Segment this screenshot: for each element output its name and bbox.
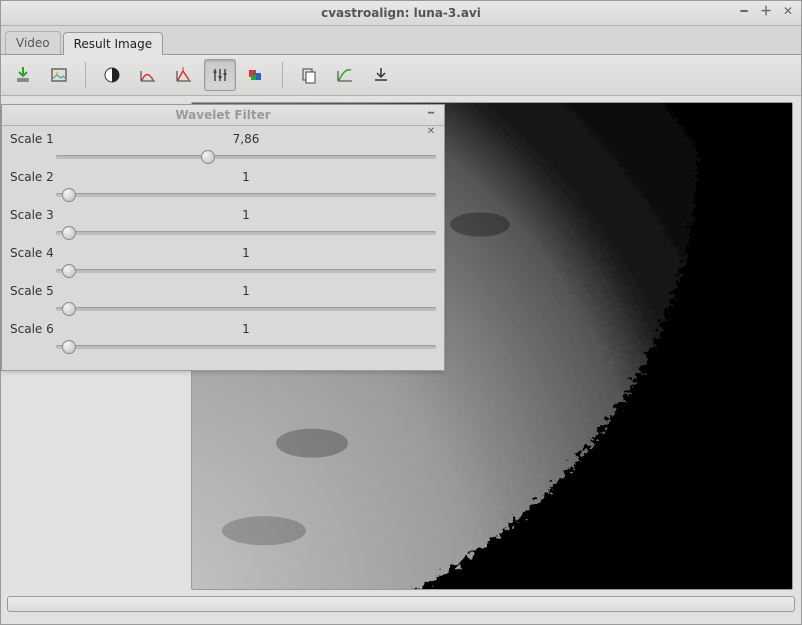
curve-button[interactable]	[329, 59, 361, 91]
histogram-red2-button[interactable]	[168, 59, 200, 91]
scale-row-1: Scale 17,86	[10, 132, 436, 164]
wavelet-titlebar[interactable]: Wavelet Filter ━ ✕	[2, 105, 444, 126]
slider-rail	[56, 269, 436, 273]
toolbar-separator	[85, 62, 86, 88]
copy-icon	[300, 66, 318, 84]
tab-video[interactable]: Video	[5, 31, 61, 54]
download-plain-icon	[372, 66, 390, 84]
scale-value: 1	[56, 170, 436, 184]
wavelet-close-button[interactable]: ✕	[422, 124, 440, 142]
toolbar	[1, 55, 801, 96]
tab-result-image[interactable]: Result Image	[63, 32, 163, 55]
window-close-button[interactable]: ✕	[779, 3, 797, 21]
tab-strip: Video Result Image	[1, 26, 801, 54]
slider-thumb[interactable]	[62, 302, 76, 316]
scale-row-2: Scale 21	[10, 170, 436, 202]
horizontal-scrollbar[interactable]	[7, 596, 795, 612]
slider-rail	[56, 155, 436, 159]
wavelet-filter-dialog: Wavelet Filter ━ ✕ Scale 17,86Scale 21Sc…	[1, 104, 445, 371]
scale-slider-2[interactable]	[56, 188, 436, 202]
scale-label: Scale 3	[10, 208, 56, 222]
contrast-button[interactable]	[96, 59, 128, 91]
scale-label: Scale 5	[10, 284, 56, 298]
scale-value: 1	[56, 246, 436, 260]
wavelet-title: Wavelet Filter	[175, 108, 270, 122]
slider-thumb[interactable]	[62, 340, 76, 354]
scale-row-3: Scale 31	[10, 208, 436, 240]
histogram-green-icon	[335, 65, 355, 85]
slider-rail	[56, 231, 436, 235]
scale-label: Scale 2	[10, 170, 56, 184]
main-window: cvastroalign: luna-3.avi ━ ＋ ✕ Video Res…	[0, 0, 802, 625]
scale-label: Scale 4	[10, 246, 56, 260]
window-titlebar: cvastroalign: luna-3.avi ━ ＋ ✕	[1, 1, 801, 26]
slider-thumb[interactable]	[62, 226, 76, 240]
wavelet-body: Scale 17,86Scale 21Scale 31Scale 41Scale…	[2, 126, 444, 370]
rgb-button[interactable]	[240, 59, 272, 91]
download-green-icon	[13, 65, 33, 85]
slider-rail	[56, 307, 436, 311]
histogram-red-button[interactable]	[132, 59, 164, 91]
scale-row-4: Scale 41	[10, 246, 436, 278]
scale-slider-1[interactable]	[56, 150, 436, 164]
slider-rail	[56, 193, 436, 197]
slider-thumb[interactable]	[62, 188, 76, 202]
scale-slider-6[interactable]	[56, 340, 436, 354]
copy-button[interactable]	[293, 59, 325, 91]
picture-icon	[49, 65, 69, 85]
slider-rail	[56, 345, 436, 349]
toolbar-separator	[282, 62, 283, 88]
scale-value: 1	[56, 208, 436, 222]
scale-slider-5[interactable]	[56, 302, 436, 316]
window-maximize-button[interactable]: ＋	[757, 3, 775, 21]
equalizer-button[interactable]	[204, 59, 236, 91]
histogram-red-arrow-icon	[174, 65, 194, 85]
slider-thumb[interactable]	[62, 264, 76, 278]
wavelet-minimize-button[interactable]: ━	[422, 106, 440, 124]
scale-slider-3[interactable]	[56, 226, 436, 240]
window-minimize-button[interactable]: ━	[735, 3, 753, 21]
slider-thumb[interactable]	[201, 150, 215, 164]
scale-value: 1	[56, 322, 436, 336]
save-image-button[interactable]	[7, 59, 39, 91]
scale-row-5: Scale 51	[10, 284, 436, 316]
scale-label: Scale 1	[10, 132, 56, 146]
half-circle-icon	[103, 66, 121, 84]
export-button[interactable]	[365, 59, 397, 91]
scale-value: 7,86	[56, 132, 436, 146]
window-title: cvastroalign: luna-3.avi	[1, 6, 801, 20]
histogram-red-icon	[138, 65, 158, 85]
scale-slider-4[interactable]	[56, 264, 436, 278]
scale-label: Scale 6	[10, 322, 56, 336]
scale-value: 1	[56, 284, 436, 298]
equalizer-icon	[211, 66, 229, 84]
rgb-icon	[247, 66, 265, 84]
open-image-button[interactable]	[43, 59, 75, 91]
scale-row-6: Scale 61	[10, 322, 436, 354]
